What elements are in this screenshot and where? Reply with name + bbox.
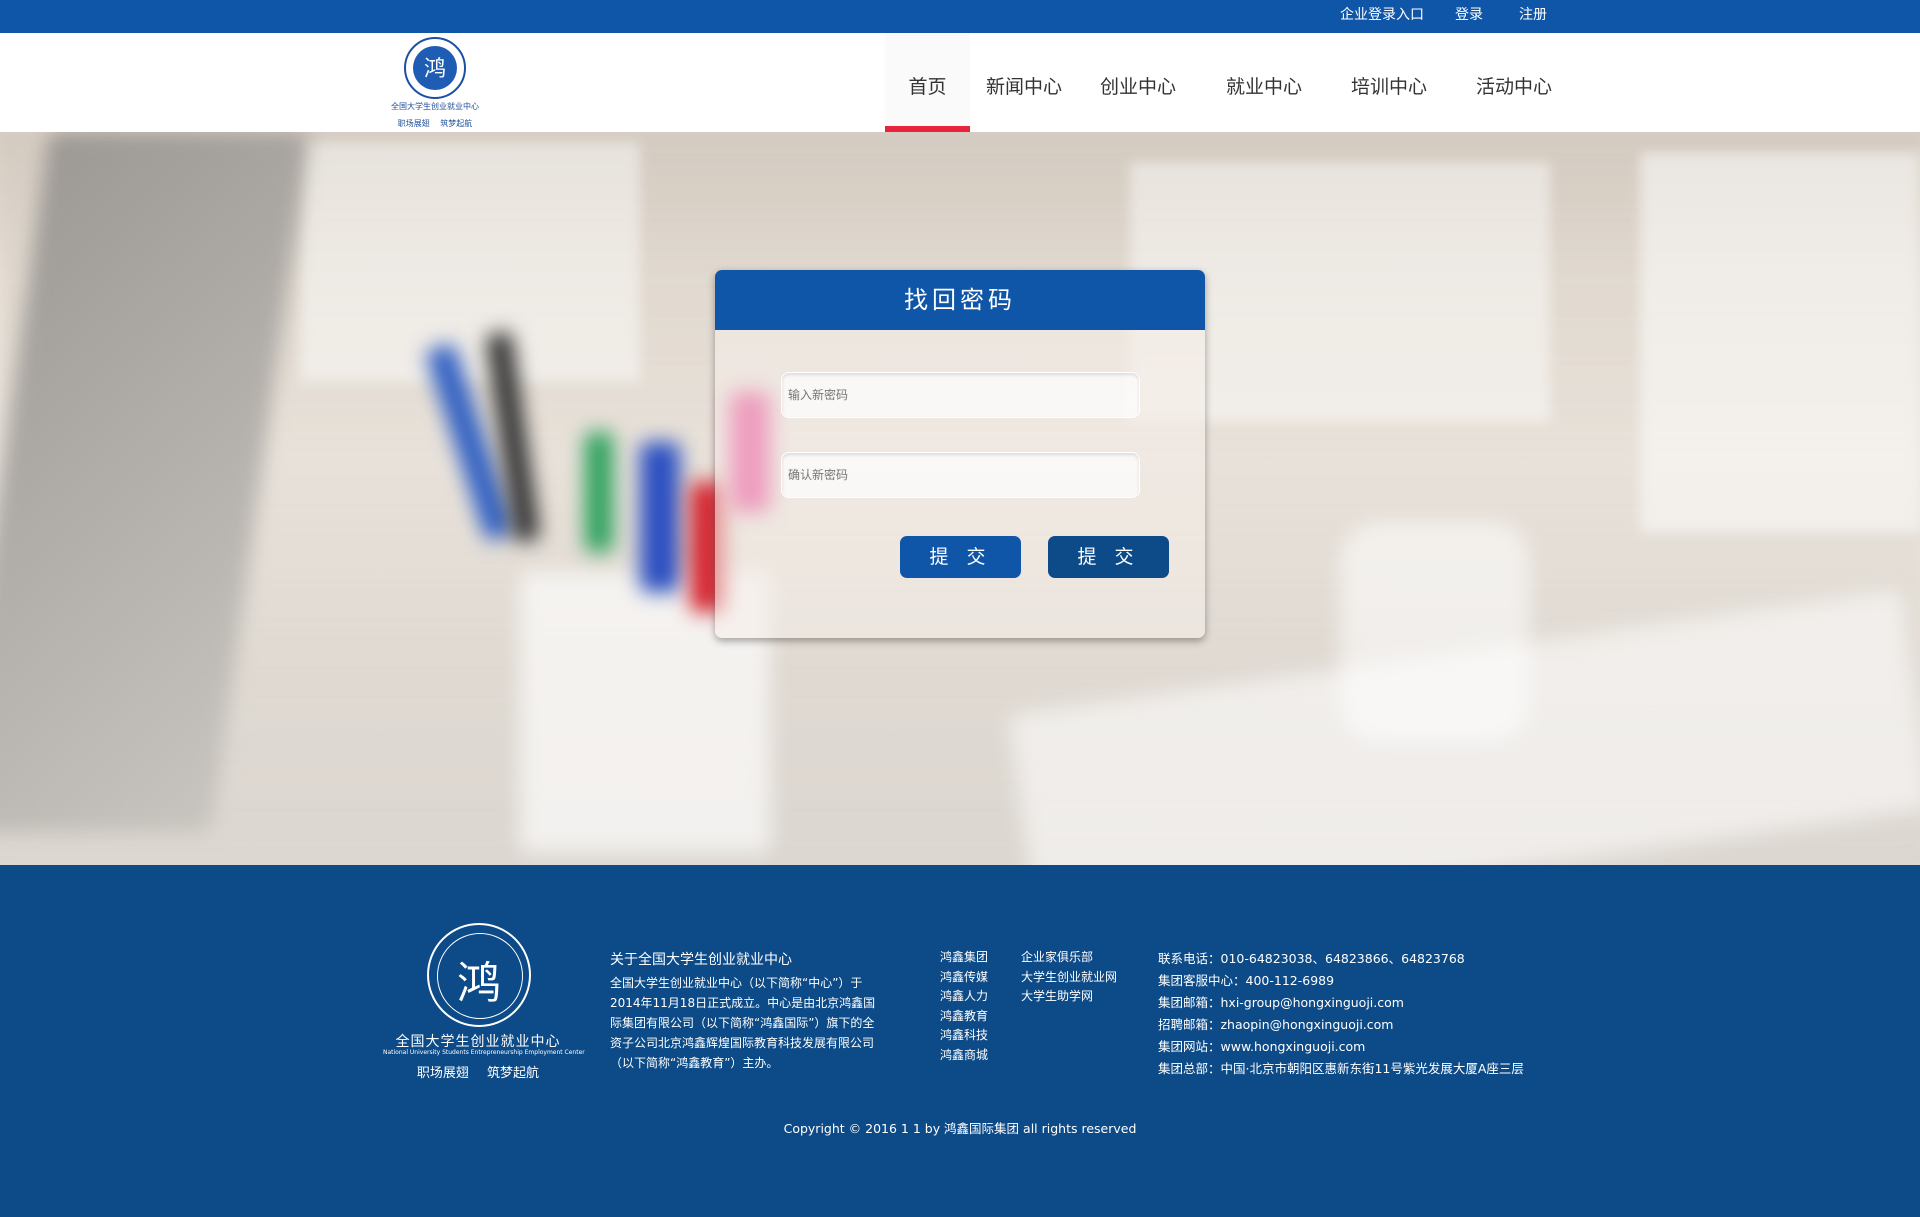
nav-label: 创业中心 (1099, 76, 1176, 98)
window-pane (1640, 152, 1920, 532)
about-text: 全国大学生创业就业中心（以下简称“中心”）于2014年11月18日正式成立。中心… (610, 976, 876, 1070)
nav-employment[interactable]: 就业中心 (1218, 33, 1310, 128)
footer-link[interactable]: 鸿鑫教育 (940, 1007, 988, 1027)
footer-link[interactable]: 大学生创业就业网 (1021, 968, 1117, 988)
nav-home[interactable]: 首页 (885, 33, 970, 133)
footer-link[interactable]: 鸿鑫人力 (940, 987, 988, 1007)
logo-org-name: 全国大学生创业就业中心 (391, 102, 479, 111)
register-link[interactable]: 注册 (1519, 6, 1547, 24)
nav-label: 活动中心 (1475, 76, 1552, 98)
window-pane (300, 142, 640, 382)
nav-news[interactable]: 新闻中心 (978, 33, 1070, 128)
footer-logo: 鸿 全国大学生创业就业中心 National University Studen… (383, 923, 585, 1083)
nav-startup[interactable]: 创业中心 (1092, 33, 1184, 128)
about-title: 关于全国大学生创业就业中心 (610, 952, 792, 968)
footer-org-name-en: National University Students Entrepreneu… (383, 1049, 585, 1056)
contact-recruit-email: 招聘邮箱：zhaopin@hongxinguoji.com (1158, 1017, 1394, 1032)
copyright: Copyright © 2016 1 1 by 鸿鑫国际集团 all right… (783, 1121, 1137, 1136)
footer-link[interactable]: 企业家俱乐部 (1021, 948, 1117, 968)
enterprise-login-link[interactable]: 企业登录入口 (1340, 6, 1424, 24)
contact-phone: 联系电话：010-64823038、64823866、64823768 (1158, 951, 1465, 966)
confirm-password-input[interactable] (781, 452, 1140, 498)
top-bar: 企业登录入口 登录 注册 (0, 0, 1920, 33)
login-link[interactable]: 登录 (1455, 6, 1483, 24)
footer-links-col2: 企业家俱乐部 大学生创业就业网 大学生助学网 (1021, 948, 1117, 1007)
footer-motto: 职场展翅 筑梦起航 (416, 1066, 540, 1081)
site-footer: 鸿 全国大学生创业就业中心 National University Studen… (0, 865, 1920, 1217)
nav-label: 新闻中心 (985, 76, 1062, 98)
submit-button[interactable]: 提 交 (900, 536, 1021, 578)
footer-link[interactable]: 大学生助学网 (1021, 987, 1117, 1007)
new-password-input[interactable] (781, 372, 1140, 418)
contact-service: 集团客服中心：400-112-6989 (1158, 973, 1335, 988)
seal-icon: 鸿 (427, 923, 531, 1027)
reset-password-dialog: 找回密码 提 交 提 交 (715, 270, 1205, 638)
contact-group-email: 集团邮箱：hxi-group@hongxinguoji.com (1158, 995, 1404, 1010)
seal-icon: 鸿 (404, 37, 466, 99)
footer-link[interactable]: 鸿鑫传媒 (940, 968, 988, 988)
nav-label: 就业中心 (1225, 76, 1302, 98)
footer-org-name: 全国大学生创业就业中心 (395, 1034, 561, 1050)
nav-label: 首页 (908, 76, 947, 98)
footer-link[interactable]: 鸿鑫科技 (940, 1026, 988, 1046)
logo-motto: 职场展翅 筑梦起航 (397, 119, 473, 128)
pen-shape (640, 442, 680, 592)
footer-link[interactable]: 鸿鑫商城 (940, 1046, 988, 1066)
footer-link[interactable]: 鸿鑫集团 (940, 948, 988, 968)
footer-links-col1: 鸿鑫集团 鸿鑫传媒 鸿鑫人力 鸿鑫教育 鸿鑫科技 鸿鑫商城 (940, 948, 988, 1065)
footer-contact: 联系电话：010-64823038、64823866、64823768 集团客服… (1158, 948, 1524, 1080)
contact-website: 集团网站：www.hongxinguoji.com (1158, 1039, 1366, 1054)
site-header: 鸿 全国大学生创业就业中心 职场展翅 筑梦起航 首页 新闻中心 创业中心 就业中… (0, 33, 1920, 133)
contact-address: 集团总部：中国·北京市朝阳区惠新东街11号紫光发展大厦A座三层 (1158, 1061, 1524, 1076)
nav-label: 培训中心 (1350, 76, 1427, 98)
nav-training[interactable]: 培训中心 (1343, 33, 1435, 128)
pen-shape (585, 432, 613, 552)
site-logo[interactable]: 鸿 全国大学生创业就业中心 职场展翅 筑梦起航 (380, 37, 490, 129)
dialog-title: 找回密码 (715, 270, 1205, 330)
submit-button-secondary[interactable]: 提 交 (1048, 536, 1169, 578)
nav-events[interactable]: 活动中心 (1468, 33, 1560, 128)
